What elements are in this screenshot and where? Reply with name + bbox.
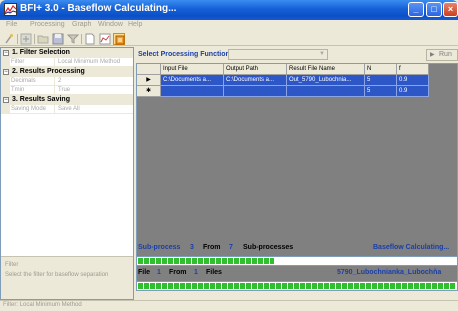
subprocess-label: Sub-process — [138, 244, 181, 251]
property-name: Decimals — [11, 77, 55, 86]
file-total: 1 — [194, 269, 198, 276]
run-button[interactable]: ▶ Run — [426, 49, 458, 61]
property-name: Saving Mode — [11, 105, 55, 114]
app-icon — [4, 3, 17, 16]
subprocess-progress-bar — [136, 256, 458, 266]
subprocess-from-label: From — [203, 244, 221, 251]
collapse-icon[interactable]: − — [3, 97, 9, 103]
current-file-name: 5790_Lubochnianka_Lubochňa — [337, 269, 442, 276]
file-progress-fill — [138, 283, 456, 289]
property-row-saving-mode[interactable]: Saving Mode Save All — [1, 105, 133, 114]
toolbar — [0, 32, 458, 46]
column-header-output-path[interactable]: Output Path — [224, 64, 287, 75]
property-help-panel: Filter Select the filter for baseflow se… — [1, 256, 133, 299]
column-header-n[interactable]: N — [365, 64, 397, 75]
subprocess-current: 3 — [190, 244, 194, 251]
wizard-icon[interactable] — [3, 33, 15, 45]
category-results-saving[interactable]: − 3. Results Saving — [1, 95, 133, 105]
category-label: 2. Results Processing — [12, 68, 85, 75]
file-progress-bar — [136, 281, 458, 291]
cell-n[interactable]: 5 — [365, 86, 397, 97]
property-value[interactable]: Local Minimum Method — [58, 58, 120, 67]
cell-result-file[interactable] — [287, 86, 365, 97]
property-row-filter[interactable]: Filter Local Minimum Method — [1, 58, 133, 67]
menu-graph[interactable]: Graph — [72, 21, 91, 28]
filter-icon[interactable] — [67, 33, 79, 45]
cell-f[interactable]: 0.9 — [397, 86, 429, 97]
help-description: Select the filter for baseflow separatio… — [5, 272, 109, 278]
menu-processing[interactable]: Processing — [30, 21, 65, 28]
file-current: 1 — [157, 269, 161, 276]
category-results-processing[interactable]: − 2. Results Processing — [1, 67, 133, 77]
add-icon[interactable] — [20, 33, 32, 45]
chart-icon[interactable] — [99, 33, 111, 45]
column-header-input-file[interactable]: Input File — [161, 64, 224, 75]
subprocess-status: Sub-process 3 From 7 Sub-processes Basef… — [136, 244, 458, 254]
category-label: 3. Results Saving — [12, 96, 70, 103]
cell-n[interactable]: 5 — [365, 75, 397, 86]
property-value[interactable]: True — [58, 86, 70, 95]
process-icon[interactable] — [113, 33, 125, 45]
menu-file[interactable]: File — [6, 21, 17, 28]
play-icon: ▶ — [430, 52, 435, 58]
cell-input-file[interactable]: C:\Documents a... — [161, 75, 224, 86]
cell-f[interactable]: 0.9 — [397, 75, 429, 86]
menu-bar: File Processing Graph Window Help — [0, 20, 458, 32]
file-label: File — [138, 269, 151, 276]
maximize-button[interactable]: □ — [426, 2, 442, 17]
cell-result-file[interactable]: Out_5790_Lubochnia... — [287, 75, 365, 86]
title-bar: BFI+ 3.0 - Baseflow Calculating... _ □ × — [0, 0, 458, 20]
property-grid: − 1. Filter Selection Filter Local Minim… — [0, 47, 134, 300]
property-row-decimals[interactable]: Decimals 2 — [1, 77, 133, 86]
collapse-icon[interactable]: − — [3, 69, 9, 75]
save-icon[interactable] — [52, 33, 64, 45]
property-value[interactable]: 2 — [58, 77, 61, 86]
column-header-f[interactable]: f — [397, 64, 429, 75]
open-folder-icon[interactable] — [37, 33, 49, 45]
status-bar: Filter: Local Minimum Method — [0, 300, 458, 311]
minimize-button[interactable]: _ — [408, 2, 424, 17]
window-title: BFI+ 3.0 - Baseflow Calculating... — [20, 3, 177, 14]
property-name: Filter — [11, 58, 55, 67]
menu-window[interactable]: Window — [98, 21, 123, 28]
subprocess-progress-fill — [138, 258, 274, 264]
run-label: Run — [439, 51, 452, 58]
close-button[interactable]: × — [443, 2, 458, 17]
process-state: Baseflow Calculating... — [373, 244, 450, 251]
menu-help[interactable]: Help — [128, 21, 142, 28]
main-panel: Select Processing Function ▼ ▶ Run Input… — [136, 47, 458, 300]
status-text: Filter: Local Minimum Method — [3, 302, 82, 308]
file-from-label: From — [169, 269, 187, 276]
file-status: File 1 From 1 Files 5790_Lubochnianka_Lu… — [136, 269, 458, 279]
row-header-current[interactable]: ▶ — [137, 75, 161, 86]
property-name: Tmin — [11, 86, 55, 95]
category-filter-selection[interactable]: − 1. Filter Selection — [1, 48, 133, 58]
subprocesses-label: Sub-processes — [243, 244, 294, 251]
new-doc-icon[interactable] — [84, 33, 96, 45]
property-row-tmin[interactable]: Tmin True — [1, 86, 133, 95]
property-value[interactable]: Save All — [58, 105, 80, 114]
category-label: 1. Filter Selection — [12, 49, 70, 56]
files-label: Files — [206, 269, 222, 276]
row-header-new[interactable]: ✱ — [137, 86, 161, 97]
cell-input-file[interactable] — [161, 86, 224, 97]
column-header-result-file[interactable]: Result File Name — [287, 64, 365, 75]
help-title: Filter — [5, 262, 19, 268]
function-bar: Select Processing Function ▼ ▶ Run — [136, 47, 458, 63]
cell-output-path[interactable] — [224, 86, 287, 97]
collapse-icon[interactable]: − — [3, 50, 9, 56]
subprocess-total: 7 — [229, 244, 233, 251]
cell-output-path[interactable]: C:\Documents a... — [224, 75, 287, 86]
chevron-down-icon[interactable]: ▼ — [318, 51, 326, 58]
grid-corner-header — [137, 64, 161, 75]
function-label: Select Processing Function — [138, 51, 230, 58]
function-select[interactable]: ▼ — [228, 49, 328, 60]
